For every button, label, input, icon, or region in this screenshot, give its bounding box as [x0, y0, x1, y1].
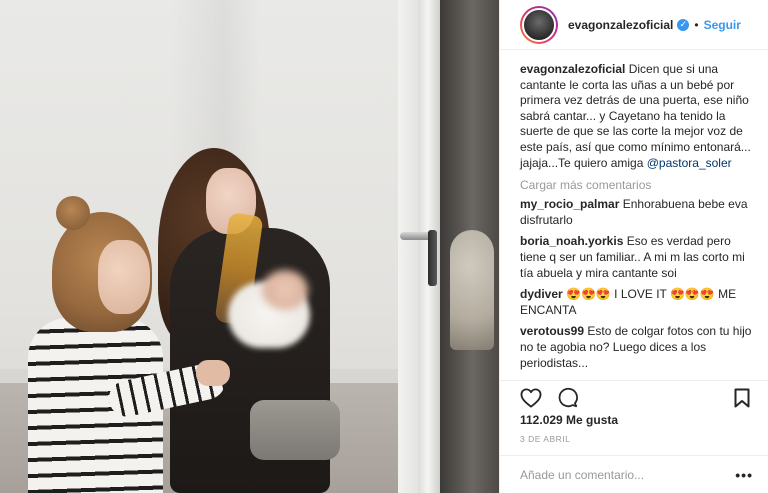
chair — [250, 400, 340, 460]
follow-button[interactable]: Seguir — [704, 18, 741, 32]
more-options-icon[interactable]: ••• — [735, 467, 753, 483]
instagram-post: evagonzalezoficial ✓ • Seguir evagonzale… — [0, 0, 768, 493]
avatar[interactable] — [520, 5, 558, 44]
baby-head-blurred — [262, 270, 308, 310]
heart-icon[interactable] — [520, 387, 542, 409]
comment-username-link[interactable]: boria_noah.yorkis — [520, 234, 623, 248]
separator-dot: • — [694, 17, 699, 32]
post-side-panel: evagonzalezoficial ✓ • Seguir evagonzale… — [499, 0, 768, 493]
add-comment-bar: ••• — [500, 455, 768, 493]
load-more-comments-button[interactable]: Cargar más comentarios — [520, 178, 753, 192]
verified-badge-icon: ✓ — [677, 18, 690, 31]
background-object — [450, 230, 494, 350]
door-lock — [428, 230, 437, 286]
comments-list[interactable]: evagonzalezoficial Dicen que si una cant… — [500, 62, 768, 380]
comment-input[interactable] — [520, 467, 736, 482]
woman-left-face — [98, 240, 150, 314]
comment-username-link[interactable]: dydiver — [520, 287, 563, 301]
post-photo[interactable] — [0, 0, 499, 493]
post-caption: evagonzalezoficial Dicen que si una cant… — [520, 62, 753, 171]
likes-count[interactable]: 112.029 Me gusta — [520, 413, 618, 427]
comment-item: my_rocio_palmar Enhorabuena bebe eva dis… — [520, 197, 753, 228]
comment-username-link[interactable]: my_rocio_palmar — [520, 197, 619, 211]
comment-item: verotous99 Esto de colgar fotos con tu h… — [520, 324, 753, 371]
post-header: evagonzalezoficial ✓ • Seguir — [500, 0, 768, 50]
username-link[interactable]: evagonzalezoficial — [568, 18, 673, 32]
comment-item: boria_noah.yorkis Eso es verdad pero tie… — [520, 234, 753, 281]
caption-text: Dicen que si una cantante le corta las u… — [520, 62, 751, 170]
comment-icon[interactable] — [556, 387, 578, 409]
comment-item: dydiver 😍😍😍 I LOVE IT 😍😍😍 ME ENCANTA — [520, 287, 753, 318]
post-date: 3 DE ABRIL — [520, 434, 571, 444]
avatar-image — [522, 7, 556, 42]
caption-username-link[interactable]: evagonzalezoficial — [520, 62, 625, 76]
comment-username-link[interactable]: verotous99 — [520, 324, 584, 338]
post-actions — [500, 380, 768, 410]
caption-mention-link[interactable]: @pastora_soler — [647, 156, 732, 170]
woman-left-hand — [196, 360, 230, 386]
woman-left-hair-bun — [56, 196, 90, 230]
bookmark-icon[interactable] — [731, 387, 753, 409]
